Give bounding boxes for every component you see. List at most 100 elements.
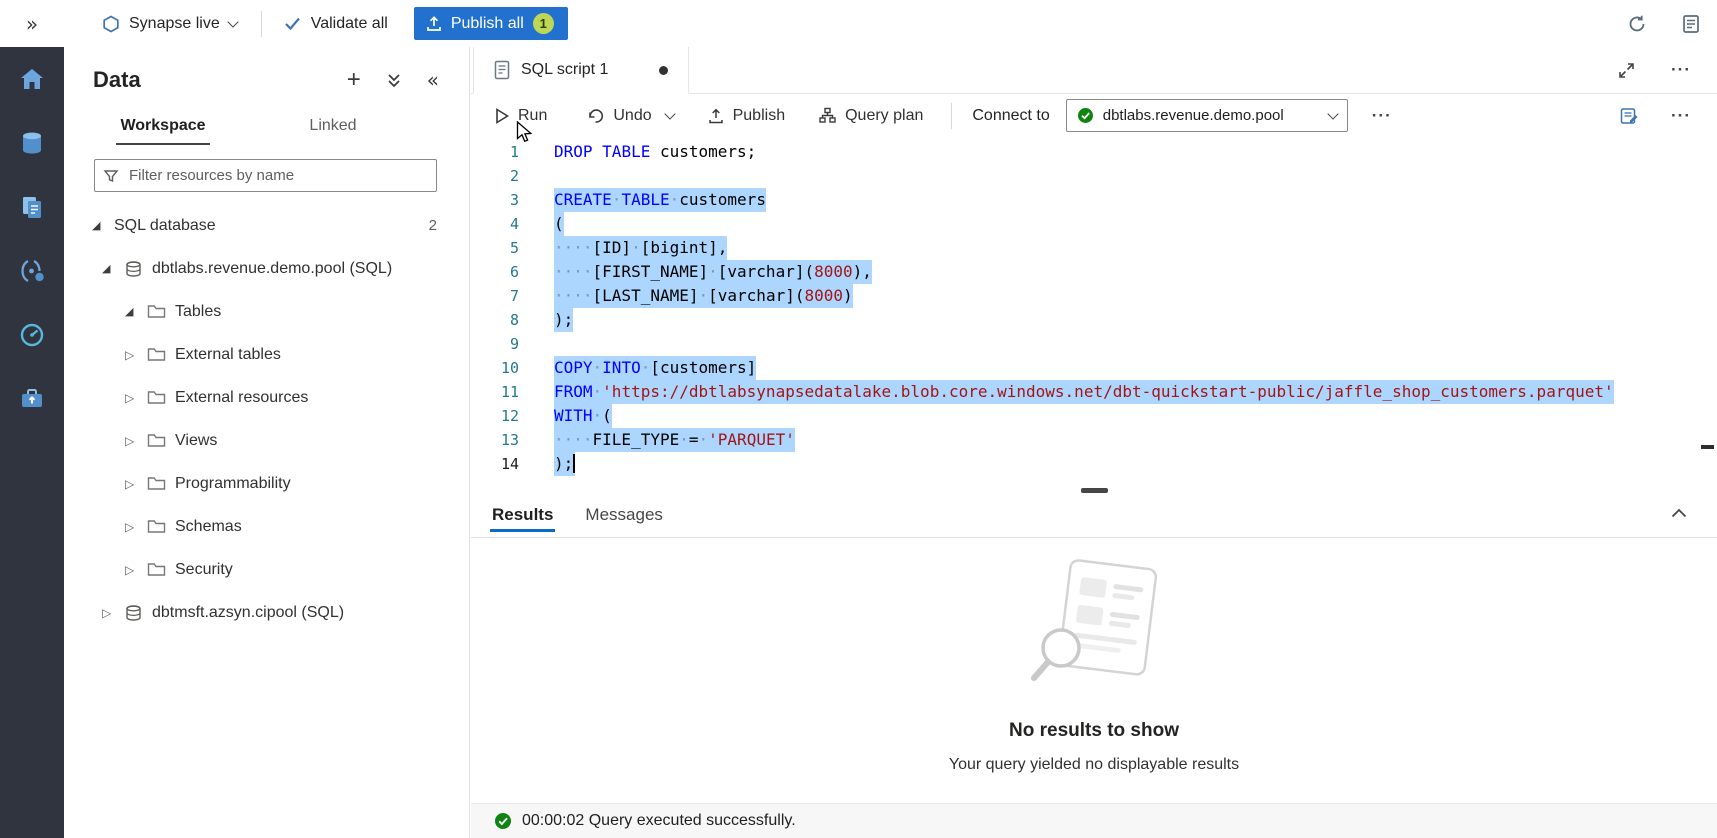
- chevron-expanded-icon[interactable]: ◢: [92, 219, 114, 232]
- panel-splitter-handle[interactable]: [1081, 488, 1108, 493]
- sql-code-editor[interactable]: 1DROP TABLE customers;23CREATE·TABLE·cus…: [471, 137, 1717, 489]
- code-line[interactable]: 12WITH·(: [471, 404, 1717, 428]
- empty-state-subtitle: Your query yielded no displayable result…: [949, 756, 1239, 774]
- editor-toolbar: Run Undo Publish Query plan Connect to: [471, 94, 1717, 137]
- code-line[interactable]: 10COPY·INTO·[customers]: [471, 356, 1717, 380]
- code-line[interactable]: 6····[FIRST_NAME]·[varchar](8000),: [471, 260, 1717, 284]
- publish-all-button[interactable]: Publish all 1: [414, 7, 568, 40]
- connected-check-icon: [1077, 107, 1094, 124]
- develop-icon: [19, 194, 45, 220]
- publish-button[interactable]: Publish: [708, 107, 785, 125]
- tree-item-programmability[interactable]: ▷ Programmability: [64, 462, 469, 505]
- code-line[interactable]: 2: [471, 164, 1717, 188]
- tree-item-views[interactable]: ▷ Views: [64, 419, 469, 462]
- chevron-collapsed-icon[interactable]: ▷: [125, 434, 147, 448]
- filter-funnel-icon: [103, 168, 119, 184]
- query-plan-icon: [819, 107, 836, 124]
- code-line[interactable]: 5····[ID]·[bigint],: [471, 236, 1717, 260]
- tab-sql-script-1[interactable]: SQL script 1: [473, 47, 689, 94]
- folder-icon: [147, 304, 166, 319]
- synapse-live-icon: [102, 15, 120, 33]
- line-number: 12: [471, 404, 519, 428]
- success-check-icon: [494, 812, 512, 830]
- nav-data[interactable]: [0, 111, 64, 175]
- connection-dropdown[interactable]: dbtlabs.revenue.demo.pool: [1066, 99, 1348, 132]
- code-line[interactable]: 7····[LAST_NAME]·[varchar](8000): [471, 284, 1717, 308]
- tree-label: External resources: [175, 389, 308, 407]
- line-number: 5: [471, 236, 519, 260]
- nav-develop[interactable]: [0, 175, 64, 239]
- toolbar-more-icon[interactable]: ···: [1372, 106, 1392, 126]
- nav-manage[interactable]: [0, 367, 64, 431]
- tree-item-security[interactable]: ▷ Security: [64, 548, 469, 591]
- code-line[interactable]: 3CREATE·TABLE·customers: [471, 188, 1717, 212]
- refresh-icon[interactable]: [1627, 14, 1647, 34]
- text-cursor: [573, 454, 575, 473]
- tab-messages[interactable]: Messages: [576, 493, 671, 537]
- tree-label: dbtmsft.azsyn.cipool (SQL): [152, 604, 344, 622]
- connection-value: dbtlabs.revenue.demo.pool: [1103, 107, 1320, 124]
- double-chevron-down-icon[interactable]: [387, 73, 401, 88]
- item-count: 2: [429, 217, 437, 234]
- filter-input[interactable]: [127, 166, 428, 185]
- nav-monitor[interactable]: [0, 303, 64, 367]
- nav-home[interactable]: [0, 47, 64, 111]
- tree-label: Tables: [175, 303, 221, 321]
- chevron-collapsed-icon[interactable]: ▷: [125, 391, 147, 405]
- run-play-icon: [495, 108, 509, 124]
- properties-icon[interactable]: [1681, 14, 1701, 34]
- line-number: 2: [471, 164, 519, 188]
- chevron-expanded-icon[interactable]: ◢: [125, 305, 147, 318]
- chevron-collapsed-icon[interactable]: ▷: [102, 606, 124, 620]
- code-line[interactable]: 13····FILE_TYPE·=·'PARQUET': [471, 428, 1717, 452]
- chevron-expanded-icon[interactable]: ◢: [102, 262, 124, 275]
- line-number: 7: [471, 284, 519, 308]
- resource-tree: ◢ SQL database 2 ◢ dbtlabs.revenue.demo.…: [64, 204, 469, 634]
- tree-item-sql-database[interactable]: ◢ SQL database 2: [64, 204, 469, 247]
- mode-switcher[interactable]: Synapse live: [102, 15, 237, 33]
- chevron-collapsed-icon[interactable]: ▷: [125, 477, 147, 491]
- tab-linked[interactable]: Linked: [248, 109, 418, 145]
- feedback-icon[interactable]: [1620, 107, 1639, 125]
- undo-button[interactable]: Undo: [587, 107, 651, 125]
- tab-workspace[interactable]: Workspace: [78, 109, 248, 145]
- code-line[interactable]: 4(: [471, 212, 1717, 236]
- code-line[interactable]: 9: [471, 332, 1717, 356]
- collapse-panel-icon[interactable]: «: [427, 68, 439, 92]
- more-icon[interactable]: ···: [1671, 60, 1691, 80]
- tree-item-schemas[interactable]: ▷ Schemas: [64, 505, 469, 548]
- undo-dropdown-chevron-icon[interactable]: [664, 108, 675, 119]
- chevron-collapsed-icon[interactable]: ▷: [125, 563, 147, 577]
- run-button[interactable]: Run: [495, 107, 547, 125]
- expand-rail-icon[interactable]: »: [0, 12, 64, 36]
- tree-label: dbtlabs.revenue.demo.pool (SQL): [152, 260, 392, 278]
- tree-item-pool-dbtmsft[interactable]: ▷ dbtmsft.azsyn.cipool (SQL): [64, 591, 469, 634]
- tree-item-tables[interactable]: ◢ Tables: [64, 290, 469, 333]
- status-message: 00:00:02 Query executed successfully.: [522, 812, 796, 830]
- chevron-collapsed-icon[interactable]: ▷: [125, 520, 147, 534]
- collapse-results-chevron-icon[interactable]: [1671, 508, 1687, 518]
- folder-icon: [147, 390, 166, 405]
- overview-ruler-cursor-mark: [1701, 445, 1714, 449]
- code-line[interactable]: 1DROP TABLE customers;: [471, 140, 1717, 164]
- tree-item-external-tables[interactable]: ▷ External tables: [64, 333, 469, 376]
- integrate-icon: [19, 258, 45, 284]
- tree-item-pool-dbtlabs[interactable]: ◢ dbtlabs.revenue.demo.pool (SQL): [64, 247, 469, 290]
- validate-all-button[interactable]: Validate all: [284, 15, 388, 33]
- code-line[interactable]: 11FROM·'https://dbtlabsynapsedatalake.bl…: [471, 380, 1717, 404]
- code-lines: 1DROP TABLE customers;23CREATE·TABLE·cus…: [471, 137, 1717, 476]
- code-line[interactable]: 8);: [471, 308, 1717, 332]
- toolbar-right-more-icon[interactable]: ···: [1671, 106, 1691, 126]
- tree-label: Programmability: [175, 475, 291, 493]
- code-line[interactable]: 14);: [471, 452, 1717, 476]
- tree-label: SQL database: [114, 217, 216, 235]
- tree-item-external-resources[interactable]: ▷ External resources: [64, 376, 469, 419]
- folder-icon: [147, 519, 166, 534]
- query-plan-button[interactable]: Query plan: [819, 107, 923, 125]
- add-resource-button[interactable]: +: [347, 71, 361, 89]
- expand-editor-icon[interactable]: [1618, 62, 1635, 79]
- line-number: 8: [471, 308, 519, 332]
- chevron-collapsed-icon[interactable]: ▷: [125, 348, 147, 362]
- nav-integrate[interactable]: [0, 239, 64, 303]
- tab-results[interactable]: Results: [483, 493, 562, 537]
